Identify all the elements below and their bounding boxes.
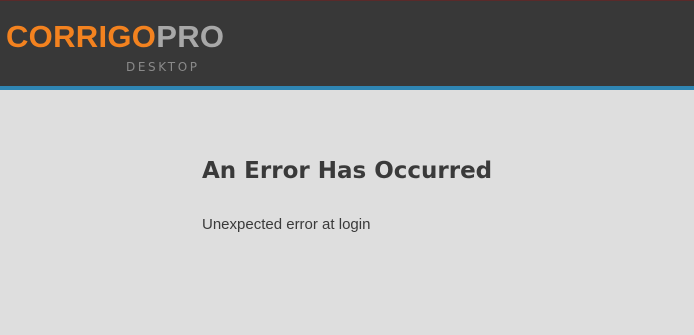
logo-primary-text: CORRIGO [6, 19, 157, 54]
error-panel: An Error Has Occurred Unexpected error a… [202, 156, 662, 234]
header-accent-bar [0, 86, 694, 90]
logo-secondary-text: PRO [156, 19, 225, 54]
error-title: An Error Has Occurred [202, 158, 493, 184]
error-message: Unexpected error at login [202, 216, 371, 233]
logo-subtitle: DESKTOP [126, 60, 200, 74]
app-header: CORRIGOPRO DESKTOP [0, 0, 694, 86]
corrigo-pro-logo: CORRIGOPRO [6, 21, 224, 52]
